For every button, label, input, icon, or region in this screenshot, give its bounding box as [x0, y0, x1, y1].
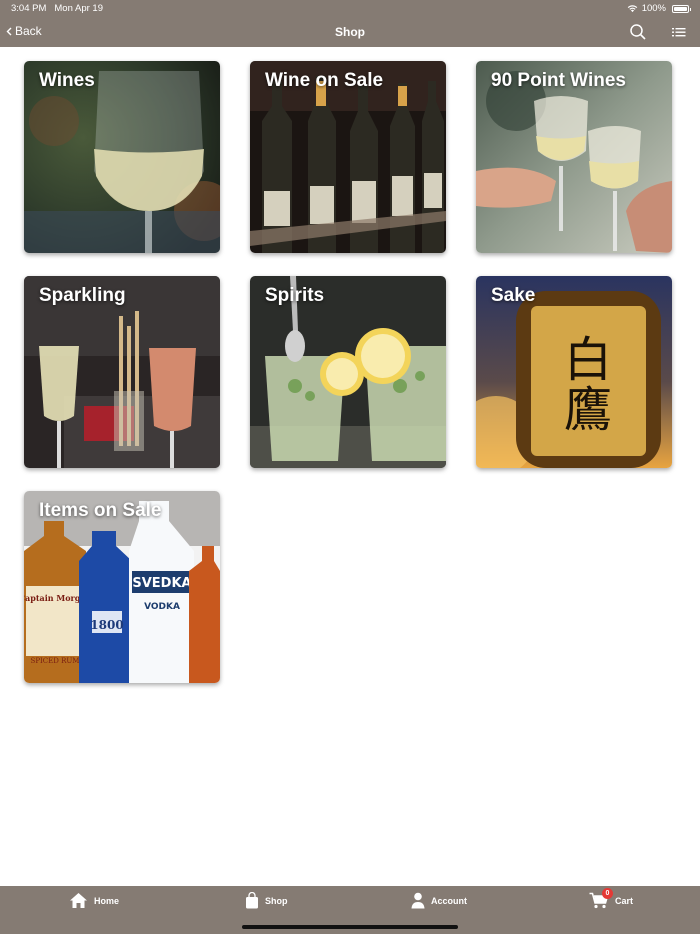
tab-cart[interactable]: 0 Cart — [589, 888, 634, 909]
tab-label-shop: Shop — [265, 895, 288, 906]
cart-count-badge: 0 — [602, 888, 613, 899]
tab-home[interactable]: Home — [69, 892, 119, 909]
category-tile-wine-on-sale[interactable]: Wine on Sale — [250, 61, 446, 253]
svg-text:白: 白 — [564, 332, 612, 388]
wifi-icon — [627, 5, 637, 13]
cart-icon-wrap: 0 — [589, 888, 613, 909]
category-label: Wines — [39, 70, 95, 91]
category-label: Sake — [491, 285, 536, 306]
nav-bar: Back Shop — [0, 17, 700, 47]
battery-percent: 100% — [641, 3, 666, 14]
search-icon[interactable] — [629, 23, 647, 41]
svg-text:SVEDKA: SVEDKA — [132, 576, 191, 591]
list-icon[interactable] — [670, 23, 688, 41]
battery-icon — [672, 4, 691, 13]
tab-label-home: Home — [94, 895, 120, 906]
category-label: 90 Point Wines — [491, 70, 626, 91]
category-tile-items-on-sale[interactable]: Captain Morgan SPICED RUM 1800 SVEDKA VO… — [24, 491, 220, 683]
category-tile-90-point-wines[interactable]: 90 Point Wines — [476, 61, 672, 253]
status-right: 100% — [627, 3, 691, 14]
shopping-bag-icon — [246, 892, 258, 909]
category-tile-spirits[interactable]: Spirits — [250, 276, 446, 468]
tab-shop[interactable]: Shop — [245, 892, 288, 909]
tab-label-account: Account — [431, 895, 467, 906]
svg-text:1800: 1800 — [90, 618, 123, 632]
category-label: Wine on Sale — [265, 70, 384, 91]
category-tile-sparkling[interactable]: Sparkling — [24, 276, 220, 468]
svg-text:鷹: 鷹 — [564, 382, 612, 438]
home-indicator[interactable] — [242, 925, 458, 929]
user-icon — [411, 892, 425, 909]
page-title: Shop — [335, 25, 365, 39]
category-label: Items on Sale — [39, 500, 162, 521]
tab-account[interactable]: Account — [411, 892, 467, 909]
status-date: Mon Apr 19 — [54, 3, 103, 14]
category-label: Sparkling — [39, 285, 126, 306]
home-icon — [70, 893, 87, 908]
category-tile-wines[interactable]: Wines — [24, 61, 220, 253]
tab-label-cart: Cart — [615, 895, 634, 906]
category-tile-sake[interactable]: 白 鷹 Sake — [476, 276, 672, 468]
status-bar: 3:04 PM Mon Apr 19 100% — [0, 0, 700, 17]
status-time: 3:04 PM — [11, 3, 47, 14]
category-label: Spirits — [265, 285, 325, 306]
svg-text:VODKA: VODKA — [144, 602, 180, 612]
svg-text:SPICED RUM: SPICED RUM — [31, 657, 80, 665]
